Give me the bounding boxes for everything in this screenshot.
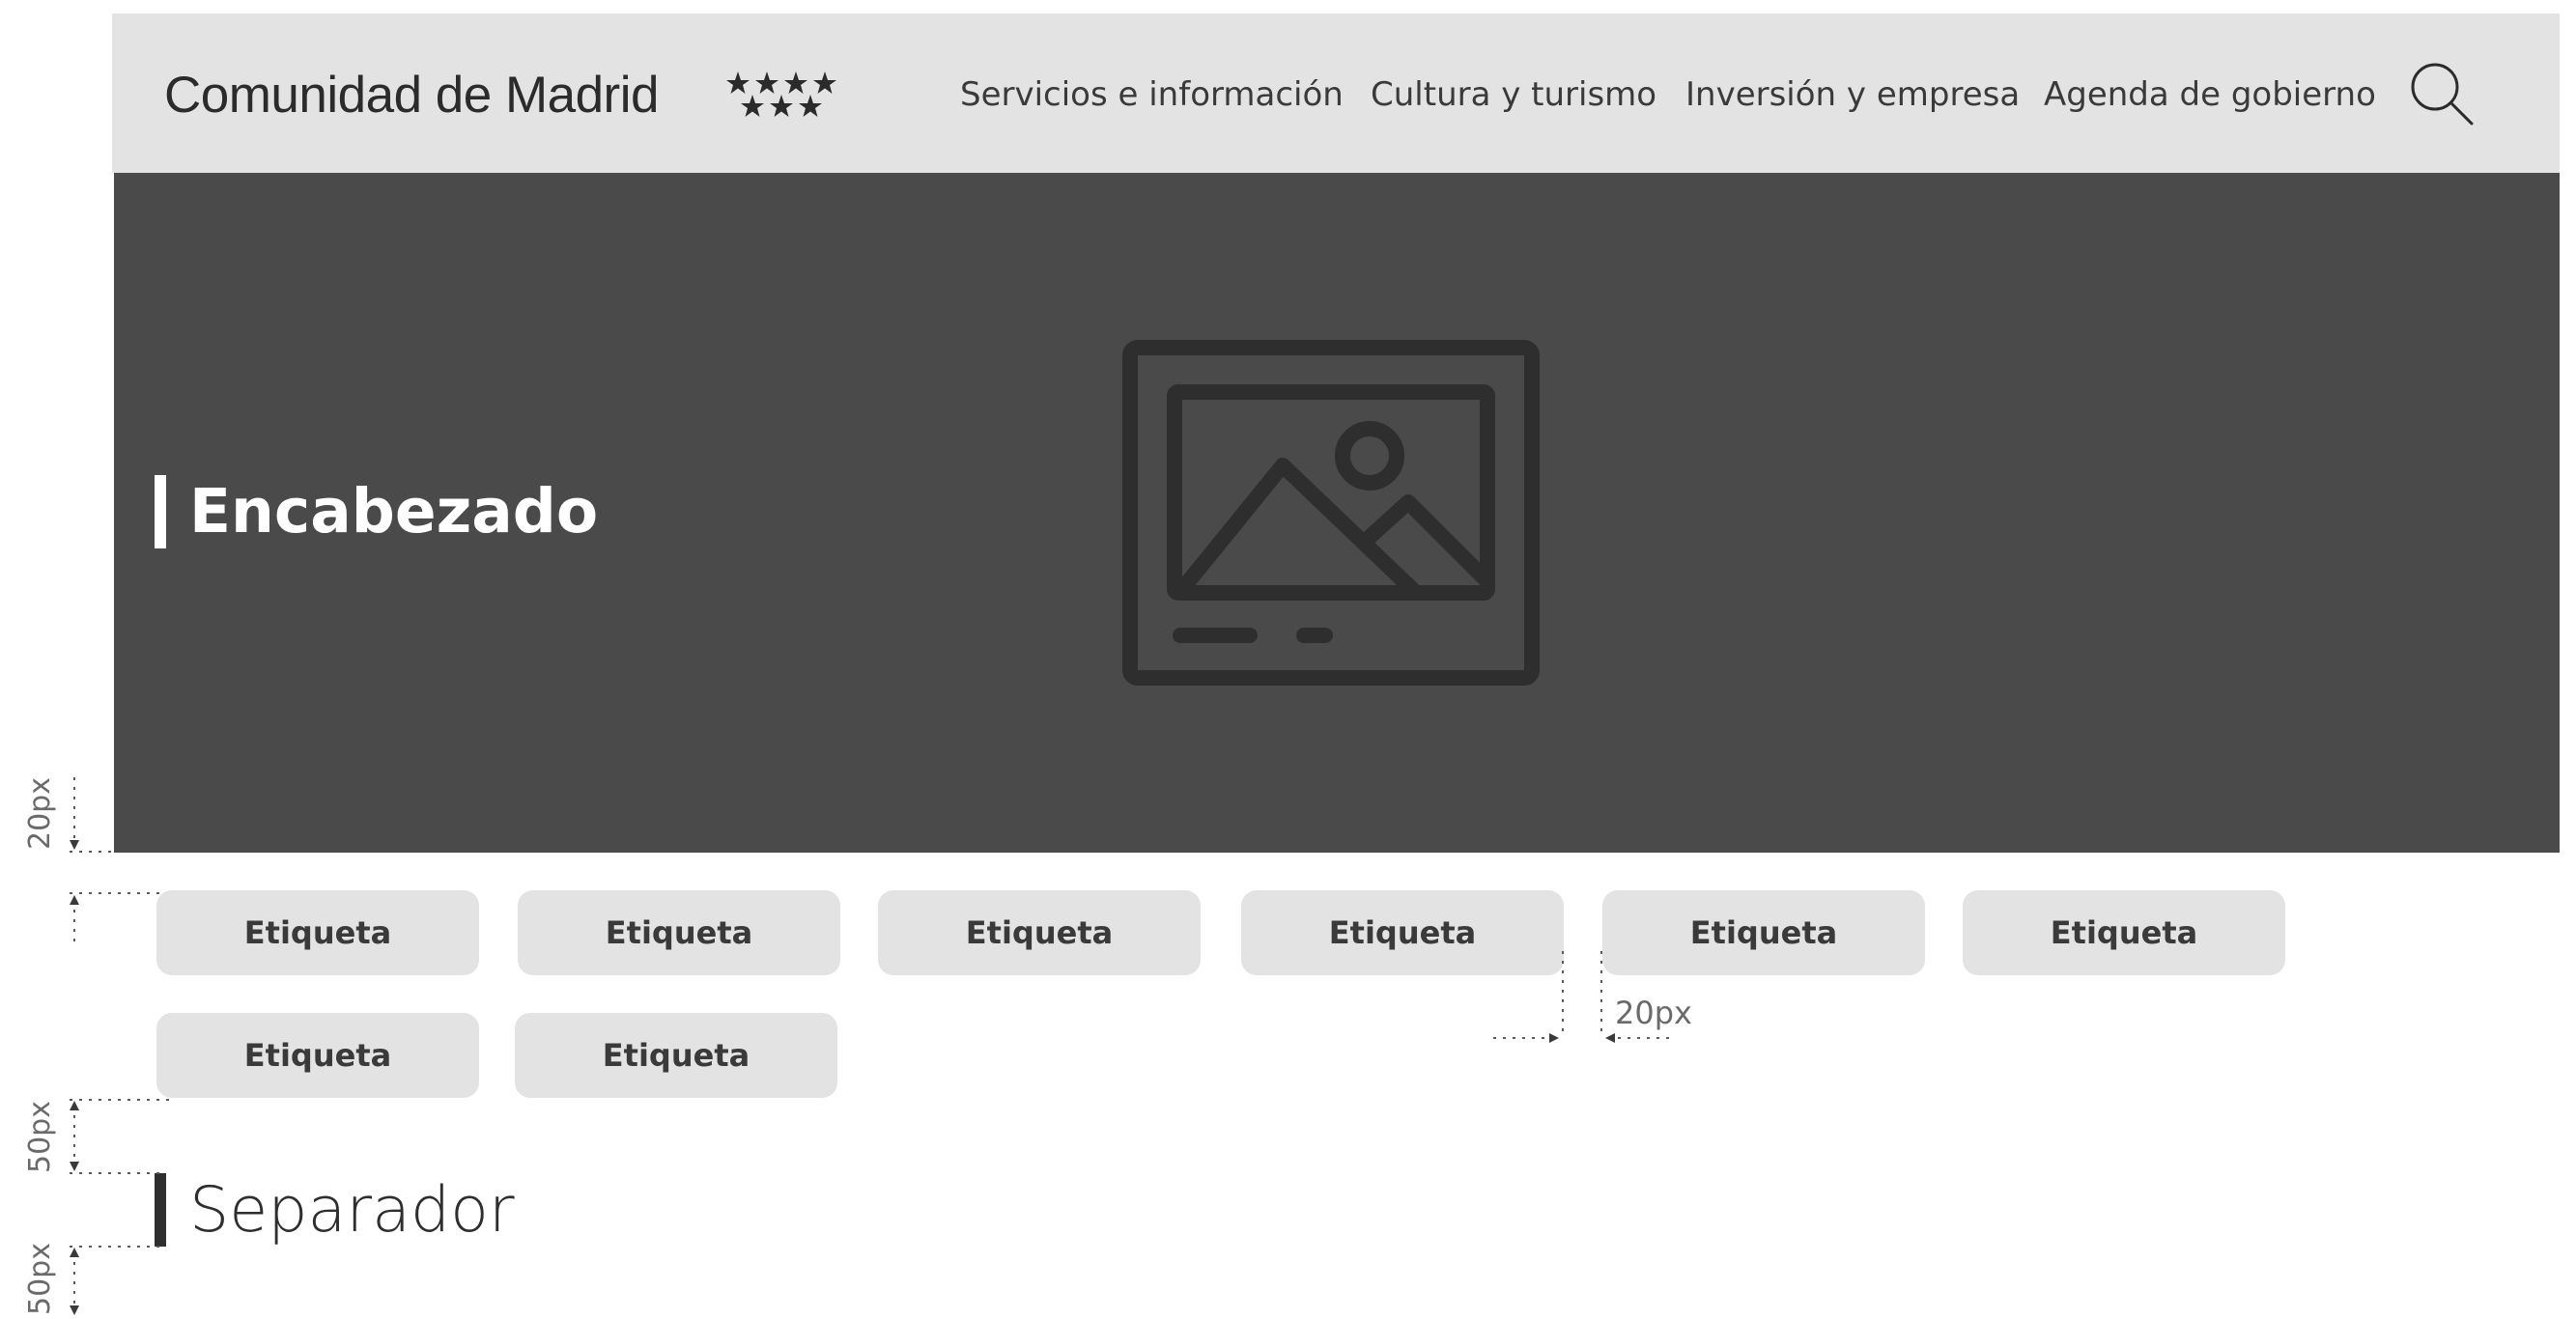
nav-item-servicios[interactable]: Servicios e información xyxy=(960,73,1344,116)
search-icon[interactable] xyxy=(2408,60,2477,129)
spacing-label-separator-bottom: 50px xyxy=(23,1243,57,1315)
spacing-label-tags-separator: 50px xyxy=(23,1101,57,1173)
hero-title: Encabezado xyxy=(189,476,599,547)
tag-chip[interactable]: Etiqueta xyxy=(1241,890,1564,975)
stars-icon xyxy=(726,71,836,117)
brand-logo-text[interactable]: Comunidad de Madrid xyxy=(164,62,659,129)
tag-chip[interactable]: Etiqueta xyxy=(1963,890,2285,975)
tag-chip[interactable]: Etiqueta xyxy=(878,890,1201,975)
spacing-label-hero-tags: 20px xyxy=(23,777,57,850)
spacing-label-tag-gap: 20px xyxy=(1615,995,1692,1031)
separator-accent xyxy=(155,1173,166,1247)
tag-chip[interactable]: Etiqueta xyxy=(1602,890,1925,975)
tag-chip[interactable]: Etiqueta xyxy=(518,890,840,975)
tag-chip[interactable]: Etiqueta xyxy=(156,890,479,975)
tag-chip[interactable]: Etiqueta xyxy=(515,1013,837,1098)
nav-item-agenda[interactable]: Agenda de gobierno xyxy=(2044,73,2376,116)
nav-item-cultura[interactable]: Cultura y turismo xyxy=(1371,73,1656,116)
hero-title-accent xyxy=(155,475,166,548)
tag-chip[interactable]: Etiqueta xyxy=(156,1013,479,1098)
image-placeholder-icon xyxy=(1122,340,1540,686)
separator-title: Separador xyxy=(189,1174,515,1247)
nav-item-inversion[interactable]: Inversión y empresa xyxy=(1685,73,2020,116)
